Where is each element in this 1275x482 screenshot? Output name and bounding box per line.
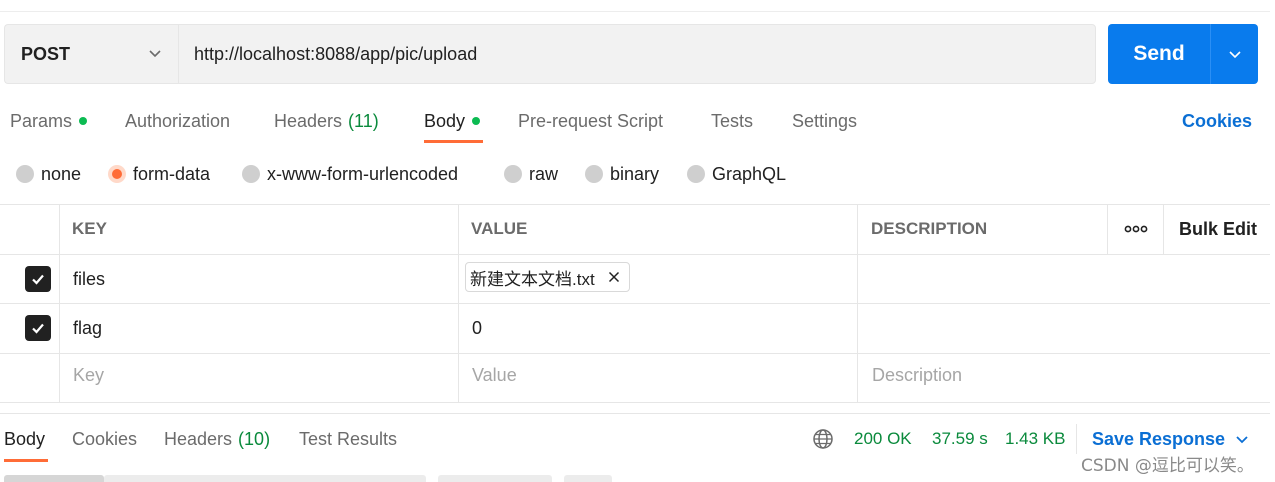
table-border-top <box>0 204 1270 205</box>
radio-graphql[interactable]: GraphQL <box>687 162 786 186</box>
chevron-down-icon <box>149 50 161 58</box>
response-toolbar-segment[interactable] <box>104 475 426 482</box>
table-col-divider <box>59 204 60 403</box>
form-data-table: KEY VALUE DESCRIPTION Bulk Edit files 新建… <box>0 204 1270 403</box>
tab-tests-label: Tests <box>711 110 754 131</box>
radio-circle <box>242 165 260 183</box>
response-tab-headers[interactable]: Headers (10) <box>164 427 270 451</box>
method-label: POST <box>21 43 71 64</box>
radio-circle <box>585 165 603 183</box>
response-tab-body[interactable]: Body <box>4 427 45 451</box>
radio-none-label: none <box>41 163 82 184</box>
response-headers-count: (10) <box>238 428 271 449</box>
row-key-cell[interactable]: flag <box>73 303 102 353</box>
radio-circle <box>687 165 705 183</box>
close-icon[interactable] <box>607 270 621 284</box>
radio-form-data-label: form-data <box>133 163 211 184</box>
row-key-cell[interactable]: files <box>73 254 105 304</box>
response-separator <box>1076 424 1077 454</box>
radio-circle <box>16 165 34 183</box>
tab-tests[interactable]: Tests <box>711 108 753 134</box>
row-value-cell[interactable]: 0 <box>472 303 482 353</box>
table-row-divider <box>0 254 1270 255</box>
column-header-key: KEY <box>72 219 107 238</box>
new-description-input[interactable]: Description <box>872 350 962 400</box>
response-toolbar-segment[interactable] <box>564 475 612 482</box>
body-indicator-dot <box>472 117 481 125</box>
response-toolbar-segment[interactable] <box>438 475 552 482</box>
radio-binary[interactable]: binary <box>585 162 659 186</box>
save-response-button[interactable]: Save Response <box>1092 427 1249 451</box>
column-header-description: DESCRIPTION <box>871 219 988 238</box>
response-divider <box>0 413 1270 414</box>
table-row-divider <box>0 353 1270 354</box>
new-value-input[interactable]: Value <box>472 350 517 400</box>
tab-params[interactable]: Params <box>10 108 88 134</box>
active-tab-underline <box>424 140 483 143</box>
new-key-input[interactable]: Key <box>73 350 104 400</box>
radio-urlencoded-label: x-www-form-urlencoded <box>267 163 459 184</box>
radio-binary-label: binary <box>610 163 660 184</box>
send-options-button[interactable] <box>1211 24 1258 84</box>
radio-circle <box>504 165 522 183</box>
send-button-group: Send <box>1108 24 1258 84</box>
tab-prerequest-script[interactable]: Pre-request Script <box>518 108 663 134</box>
watermark: CSDN @逗比可以笑。 <box>1081 455 1254 476</box>
table-col-divider <box>1107 204 1108 254</box>
response-time[interactable]: 37.59 s <box>932 427 988 451</box>
tab-authorization-label: Authorization <box>125 110 231 131</box>
tab-body-label: Body <box>424 110 466 131</box>
headers-count: (11) <box>348 110 379 131</box>
radio-form-data[interactable]: form-data <box>108 162 210 186</box>
checkmark-icon <box>32 274 44 285</box>
radio-raw-label: raw <box>529 163 559 184</box>
tab-body[interactable]: Body <box>424 108 481 134</box>
radio-raw[interactable]: raw <box>504 162 558 186</box>
checkmark-icon <box>32 323 44 334</box>
row-checkbox[interactable] <box>25 315 51 341</box>
file-chip[interactable]: 新建文本文档.txt <box>465 262 630 292</box>
top-divider <box>0 11 1270 12</box>
send-button[interactable]: Send <box>1108 24 1210 84</box>
params-indicator-dot <box>79 117 88 125</box>
more-options-icon[interactable] <box>1122 222 1150 236</box>
radio-urlencoded[interactable]: x-www-form-urlencoded <box>242 162 458 186</box>
response-status[interactable]: 200 OK <box>854 427 912 451</box>
tab-headers[interactable]: Headers (11) <box>274 108 379 134</box>
response-tab-cookies[interactable]: Cookies <box>72 427 137 451</box>
response-tab-headers-label: Headers <box>164 428 233 449</box>
radio-none[interactable]: none <box>16 162 81 186</box>
table-col-divider <box>857 204 858 403</box>
radio-circle-selected <box>108 165 126 183</box>
response-active-underline <box>4 459 48 462</box>
response-size[interactable]: 1.43 KB <box>1005 427 1066 451</box>
radio-graphql-label: GraphQL <box>712 163 787 184</box>
response-toolbar-segment[interactable] <box>4 475 104 482</box>
column-header-value: VALUE <box>471 219 528 238</box>
file-name: 新建文本文档.txt <box>470 269 595 289</box>
tab-authorization[interactable]: Authorization <box>125 108 230 134</box>
cookies-link[interactable]: Cookies <box>1182 108 1252 134</box>
method-select[interactable]: POST <box>4 24 178 84</box>
bulk-edit-button[interactable]: Bulk Edit <box>1179 204 1257 254</box>
url-input[interactable]: http://localhost:8088/app/pic/upload <box>178 24 1096 84</box>
tab-headers-label: Headers <box>274 110 343 131</box>
globe-icon[interactable] <box>812 428 834 450</box>
chevron-down-icon <box>1236 436 1248 444</box>
save-response-label: Save Response <box>1092 428 1226 449</box>
table-border-bottom <box>0 402 1270 403</box>
table-col-divider <box>1163 204 1164 254</box>
row-checkbox[interactable] <box>25 266 51 292</box>
tab-params-label: Params <box>10 110 73 131</box>
table-row-divider <box>0 303 1270 304</box>
tab-prerequest-label: Pre-request Script <box>518 110 664 131</box>
tab-settings[interactable]: Settings <box>792 108 857 134</box>
chevron-down-icon <box>1228 51 1241 59</box>
tab-settings-label: Settings <box>792 110 858 131</box>
response-tab-test-results[interactable]: Test Results <box>299 427 397 451</box>
table-col-divider <box>458 204 459 403</box>
